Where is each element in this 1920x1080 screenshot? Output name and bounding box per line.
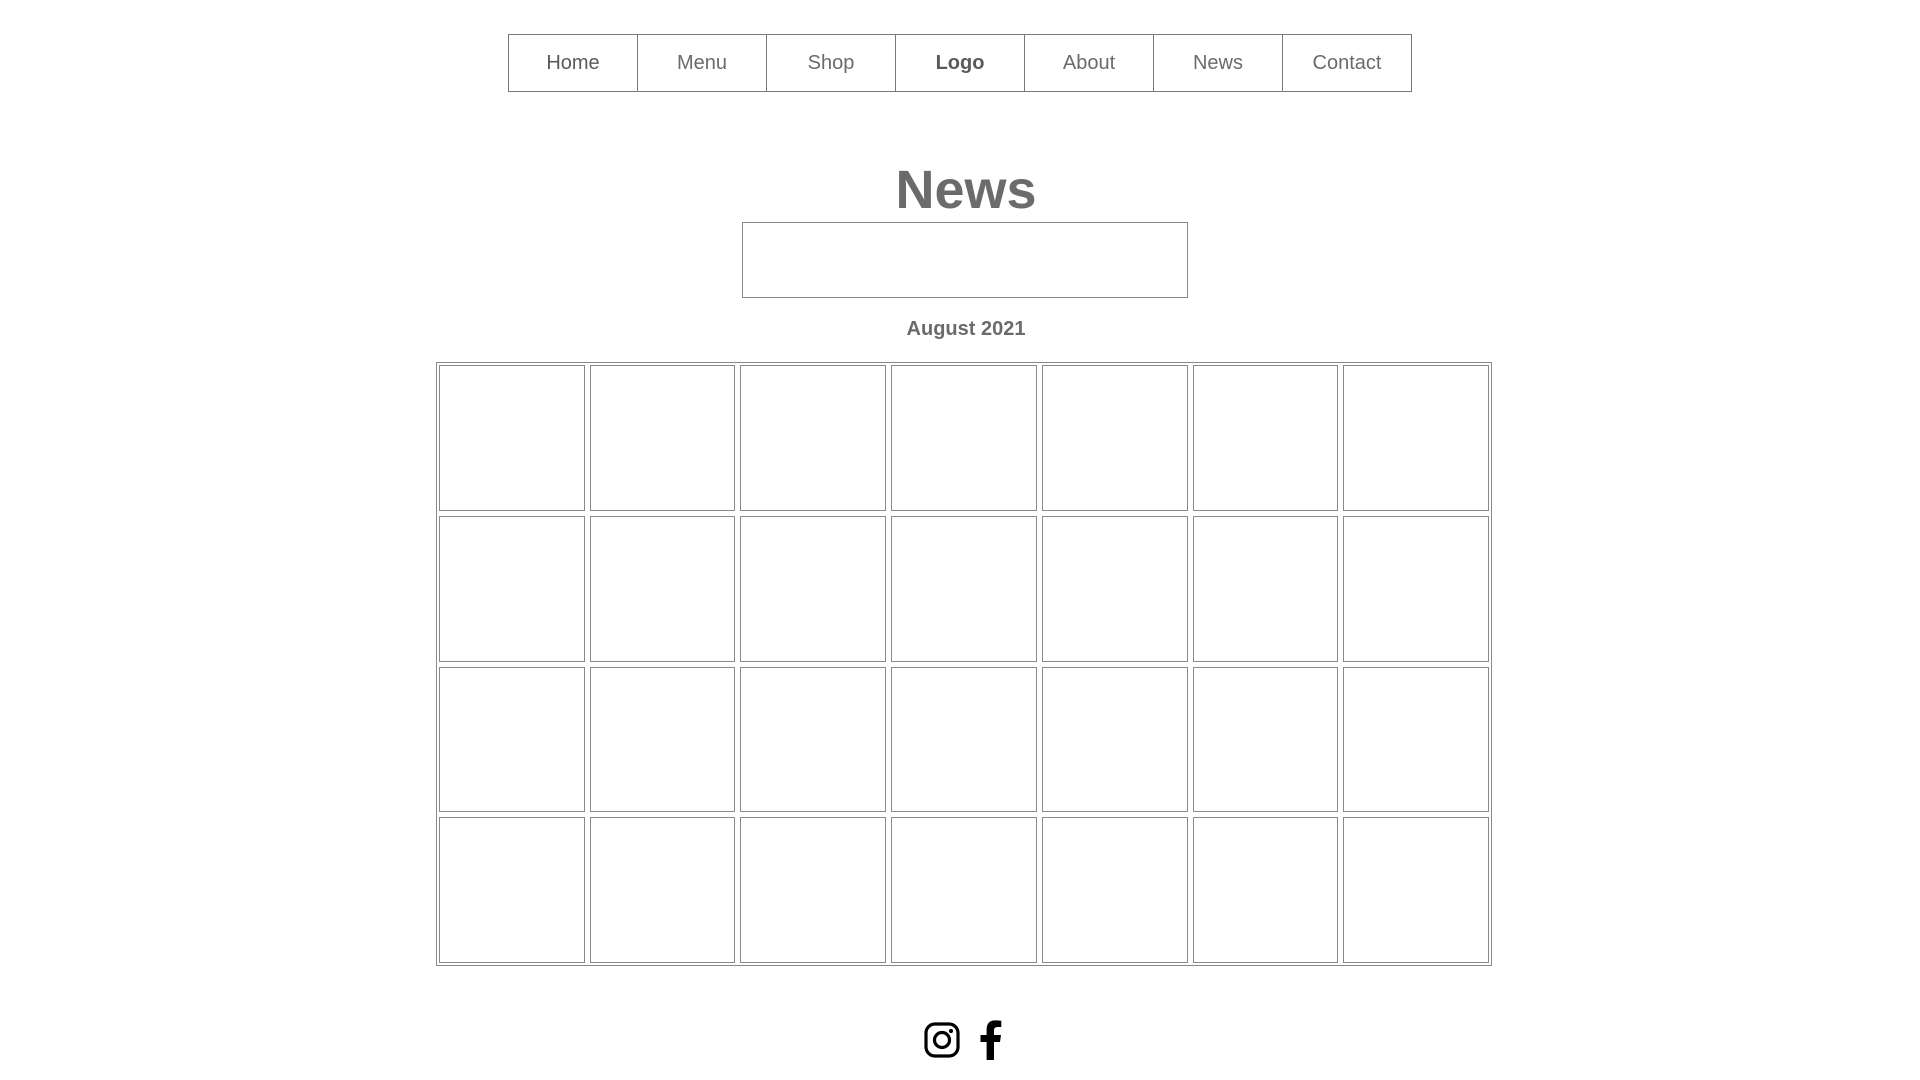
- instagram-icon[interactable]: [923, 1020, 961, 1060]
- calendar-day-cell[interactable]: [740, 666, 887, 813]
- calendar-day-cell[interactable]: [1041, 666, 1188, 813]
- calendar-day-cell[interactable]: [1192, 365, 1339, 511]
- calendar-day-cell[interactable]: [1192, 666, 1339, 813]
- calendar-day-cell[interactable]: [589, 817, 736, 963]
- calendar-day-cell[interactable]: [1041, 515, 1188, 662]
- calendar-day-cell[interactable]: [740, 817, 887, 963]
- top-navigation: Home Menu Shop Logo About News Contact: [508, 34, 1412, 92]
- social-links: [0, 1020, 1920, 1060]
- calendar-day-cell[interactable]: [439, 515, 585, 662]
- nav-contact[interactable]: Contact: [1282, 34, 1412, 92]
- page-title: News: [895, 160, 1037, 220]
- calendar-day-cell[interactable]: [891, 666, 1037, 813]
- calendar-day-cell[interactable]: [1041, 365, 1188, 511]
- news-banner-box[interactable]: [742, 222, 1188, 298]
- calendar-day-cell[interactable]: [891, 817, 1037, 963]
- nav-shop[interactable]: Shop: [766, 34, 896, 92]
- calendar-month-label: August 2021: [906, 318, 1026, 340]
- calendar-grid: [436, 362, 1492, 966]
- facebook-icon[interactable]: [971, 1020, 1009, 1060]
- calendar-day-cell[interactable]: [439, 365, 585, 511]
- calendar-day-cell[interactable]: [1343, 666, 1489, 813]
- calendar-day-cell[interactable]: [1343, 817, 1489, 963]
- nav-menu[interactable]: Menu: [637, 34, 767, 92]
- calendar-day-cell[interactable]: [891, 365, 1037, 511]
- calendar-day-cell[interactable]: [1041, 817, 1188, 963]
- page: Home Menu Shop Logo About News Contact N…: [0, 0, 1920, 1080]
- nav-about[interactable]: About: [1024, 34, 1154, 92]
- calendar-day-cell[interactable]: [740, 365, 887, 511]
- calendar-day-cell[interactable]: [589, 666, 736, 813]
- calendar-day-cell[interactable]: [439, 666, 585, 813]
- nav-news[interactable]: News: [1153, 34, 1283, 92]
- calendar-day-cell[interactable]: [1192, 817, 1339, 963]
- calendar-day-cell[interactable]: [1343, 515, 1489, 662]
- calendar-day-cell[interactable]: [439, 817, 585, 963]
- calendar-day-cell[interactable]: [589, 365, 736, 511]
- nav-logo[interactable]: Logo: [895, 34, 1025, 92]
- calendar-day-cell[interactable]: [589, 515, 736, 662]
- calendar-day-cell[interactable]: [1343, 365, 1489, 511]
- calendar-day-cell[interactable]: [740, 515, 887, 662]
- calendar-day-cell[interactable]: [1192, 515, 1339, 662]
- nav-home[interactable]: Home: [508, 34, 638, 92]
- calendar-day-cell[interactable]: [891, 515, 1037, 662]
